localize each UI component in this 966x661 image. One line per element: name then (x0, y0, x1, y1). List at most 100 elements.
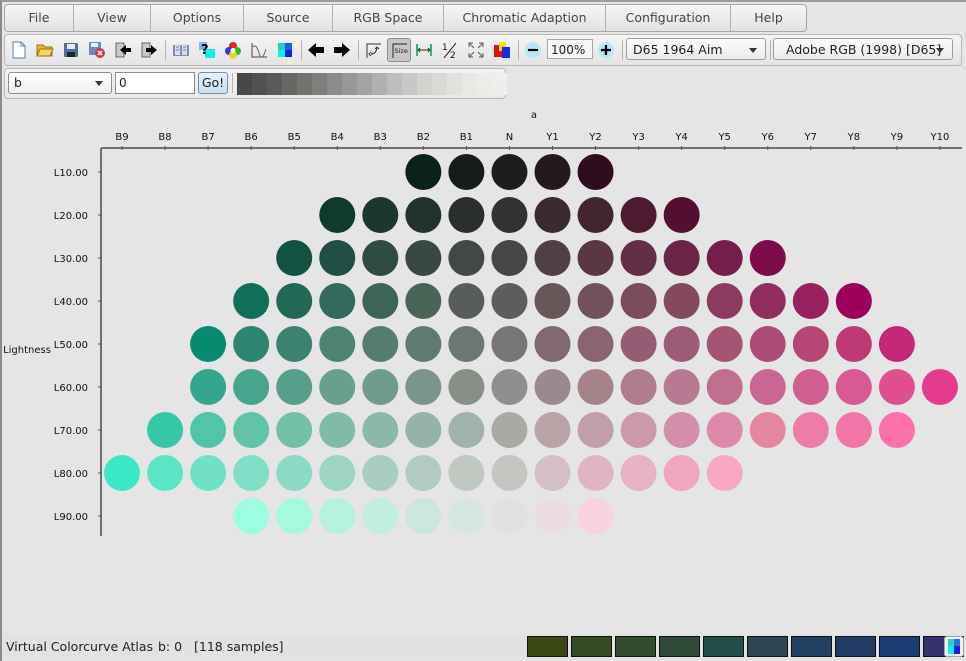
gray-ramp-step[interactable] (237, 73, 252, 95)
color-swatch[interactable] (620, 412, 657, 448)
gray-ramp-step[interactable] (432, 73, 447, 95)
gray-ramp-step[interactable] (477, 73, 492, 95)
color-swatch[interactable] (448, 240, 485, 276)
color-swatch[interactable] (577, 498, 614, 534)
gray-ramp-step[interactable] (372, 73, 387, 95)
zoom-out-icon[interactable] (522, 39, 544, 61)
color-swatch[interactable] (276, 283, 313, 319)
color-swatch[interactable] (448, 369, 485, 405)
slice-value-input[interactable]: 0 (115, 72, 195, 94)
atlas-book-icon[interactable] (170, 39, 192, 61)
color-swatch[interactable] (792, 369, 829, 405)
color-swatch[interactable] (663, 455, 700, 491)
color-swatch[interactable] (405, 240, 442, 276)
color-swatch[interactable] (921, 369, 958, 405)
color-swatch[interactable] (534, 283, 571, 319)
color-swatch[interactable] (534, 326, 571, 362)
color-swatch[interactable] (706, 240, 743, 276)
color-compare-icon[interactable] (491, 39, 513, 61)
color-swatch[interactable] (663, 240, 700, 276)
gray-ramp-step[interactable] (267, 73, 282, 95)
menu-file[interactable]: File (5, 5, 74, 31)
color-swatch[interactable] (190, 369, 227, 405)
color-swatch[interactable] (491, 369, 528, 405)
color-swatch[interactable] (104, 455, 140, 491)
status-swatch[interactable] (571, 636, 612, 657)
color-swatch[interactable] (491, 326, 528, 362)
menu-view[interactable]: View (74, 5, 151, 31)
menu-rgb-space[interactable]: RGB Space (333, 5, 444, 31)
color-swatch[interactable] (749, 326, 786, 362)
help-swatch-icon[interactable]: ? (196, 39, 218, 61)
color-swatch[interactable] (405, 283, 442, 319)
color-swatch[interactable] (491, 283, 528, 319)
color-swatch[interactable] (319, 455, 356, 491)
color-swatch[interactable] (663, 197, 700, 233)
gray-ramp-step[interactable] (387, 73, 402, 95)
color-swatch[interactable] (319, 326, 356, 362)
color-swatch[interactable] (620, 369, 657, 405)
color-swatch[interactable] (233, 283, 270, 319)
menu-chromatic-adaption[interactable]: Chromatic Adaption (444, 5, 606, 31)
color-swatch[interactable] (534, 197, 571, 233)
color-swatch[interactable] (362, 412, 399, 448)
color-swatch[interactable] (362, 498, 399, 534)
color-swatch[interactable] (405, 455, 442, 491)
gray-ramp-step[interactable] (417, 73, 432, 95)
new-document-icon[interactable] (8, 39, 30, 61)
color-swatch[interactable] (577, 326, 614, 362)
color-swatch[interactable] (405, 326, 442, 362)
save-icon[interactable] (60, 39, 82, 61)
color-swatch[interactable] (620, 240, 657, 276)
illuminant-select[interactable]: D65 1964 Aim (626, 38, 766, 60)
color-swatch[interactable] (276, 455, 313, 491)
color-swatch[interactable] (405, 369, 442, 405)
color-swatch[interactable] (620, 197, 657, 233)
curve-icon[interactable] (248, 39, 270, 61)
status-swatch[interactable] (527, 636, 568, 657)
color-swatch[interactable] (233, 369, 270, 405)
color-swatch[interactable] (362, 240, 399, 276)
color-swatch[interactable] (534, 369, 571, 405)
color-swatch[interactable] (792, 412, 829, 448)
status-swatch[interactable] (659, 636, 700, 657)
menu-options[interactable]: Options (151, 5, 244, 31)
color-swatch[interactable] (276, 412, 313, 448)
color-swatch[interactable] (706, 283, 743, 319)
color-swatch[interactable] (448, 498, 485, 534)
color-swatch[interactable] (792, 326, 829, 362)
color-swatch[interactable] (706, 326, 743, 362)
gray-ramp-step[interactable] (327, 73, 342, 95)
color-swatch[interactable] (491, 240, 528, 276)
gray-ramp-step[interactable] (342, 73, 357, 95)
menu-configuration[interactable]: Configuration (606, 5, 731, 31)
color-swatch[interactable] (577, 197, 614, 233)
half-icon[interactable]: 12 (439, 39, 461, 61)
color-swatch[interactable] (706, 369, 743, 405)
color-swatch[interactable] (319, 197, 356, 233)
color-swatch[interactable] (577, 154, 614, 190)
color-swatch[interactable] (448, 283, 485, 319)
color-swatch[interactable] (276, 326, 313, 362)
previous-page-icon[interactable] (112, 39, 134, 61)
color-swatch[interactable] (233, 412, 270, 448)
go-button[interactable]: Go! (198, 72, 228, 94)
color-swatch[interactable] (534, 154, 571, 190)
color-swatch[interactable] (319, 412, 356, 448)
fit-icon[interactable] (465, 39, 487, 61)
color-swatch[interactable] (276, 369, 313, 405)
color-swatch[interactable] (620, 326, 657, 362)
color-swatch[interactable] (491, 154, 528, 190)
color-swatch[interactable] (405, 412, 442, 448)
color-swatch[interactable] (147, 412, 184, 448)
color-swatch[interactable] (405, 154, 442, 190)
color-swatch[interactable] (663, 369, 700, 405)
color-wheel-icon[interactable] (222, 39, 244, 61)
status-swatch[interactable] (791, 636, 832, 657)
gray-ramp-step[interactable] (357, 73, 372, 95)
color-swatch[interactable] (448, 197, 485, 233)
color-swatch[interactable] (577, 455, 614, 491)
gray-ramp-step[interactable] (462, 73, 477, 95)
gray-ramp-step[interactable] (312, 73, 327, 95)
gray-ramp-step[interactable] (447, 73, 462, 95)
